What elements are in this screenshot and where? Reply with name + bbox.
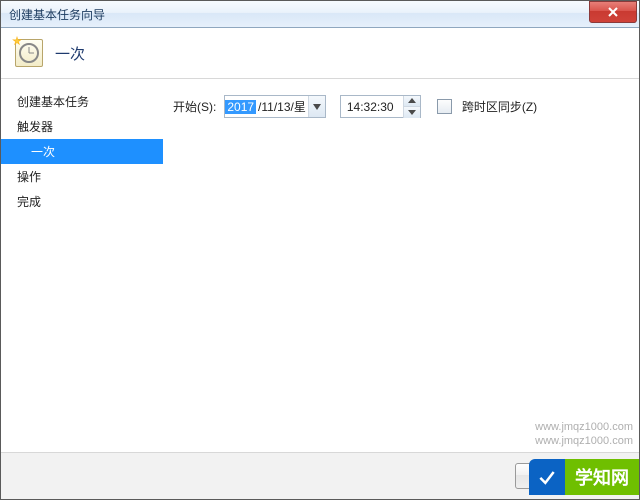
footer: < 上一步(B) 学知网 [1,452,639,499]
titlebar: 创建基本任务向导 [1,1,639,28]
date-year-segment[interactable]: 2017 [225,100,256,114]
content-area: 开始(S): 2017 /11/13/星 14:32:30 [163,79,639,452]
sidebar-item-action[interactable]: 操作 [1,164,163,189]
wizard-body: 创建基本任务 触发器 一次 操作 完成 开始(S): 2017 /11/13/星… [1,79,639,452]
wizard-header: 一次 [1,28,639,79]
page-title: 一次 [55,43,85,64]
start-label: 开始(S): [173,98,216,115]
check-icon [537,467,557,487]
sidebar: 创建基本任务 触发器 一次 操作 完成 [1,79,163,452]
date-dropdown-button[interactable] [308,96,325,117]
close-icon [608,7,618,17]
watermark-logo: 学知网 [529,459,639,495]
sync-timezones-label: 跨时区同步(Z) [462,98,537,115]
sidebar-item-finish[interactable]: 完成 [1,189,163,214]
close-button[interactable] [589,1,637,23]
spinner-buttons [403,96,420,118]
logo-blue-square [529,459,565,495]
time-value[interactable]: 14:32:30 [341,100,403,114]
sidebar-item-create-basic-task[interactable]: 创建基本任务 [1,89,163,114]
wizard-window: 创建基本任务向导 一次 创建基本任务 触发器 一次 操作 完成 开始(S): 2… [0,0,640,500]
spinner-down-button[interactable] [404,107,420,118]
sidebar-item-once[interactable]: 一次 [1,139,163,164]
sidebar-item-trigger[interactable]: 触发器 [1,114,163,139]
spinner-up-button[interactable] [404,96,420,108]
date-picker[interactable]: 2017 /11/13/星 [224,95,326,118]
window-title: 创建基本任务向导 [9,6,105,23]
chevron-up-icon [408,98,416,103]
start-time-row: 开始(S): 2017 /11/13/星 14:32:30 [173,95,621,118]
chevron-down-icon [313,104,321,110]
date-rest-segment[interactable]: /11/13/星 [256,98,308,115]
time-spinner[interactable]: 14:32:30 [340,95,421,118]
chevron-down-icon [408,110,416,115]
wizard-clock-icon [15,39,43,67]
logo-text: 学知网 [565,459,639,495]
sync-timezones-checkbox[interactable] [437,99,452,114]
